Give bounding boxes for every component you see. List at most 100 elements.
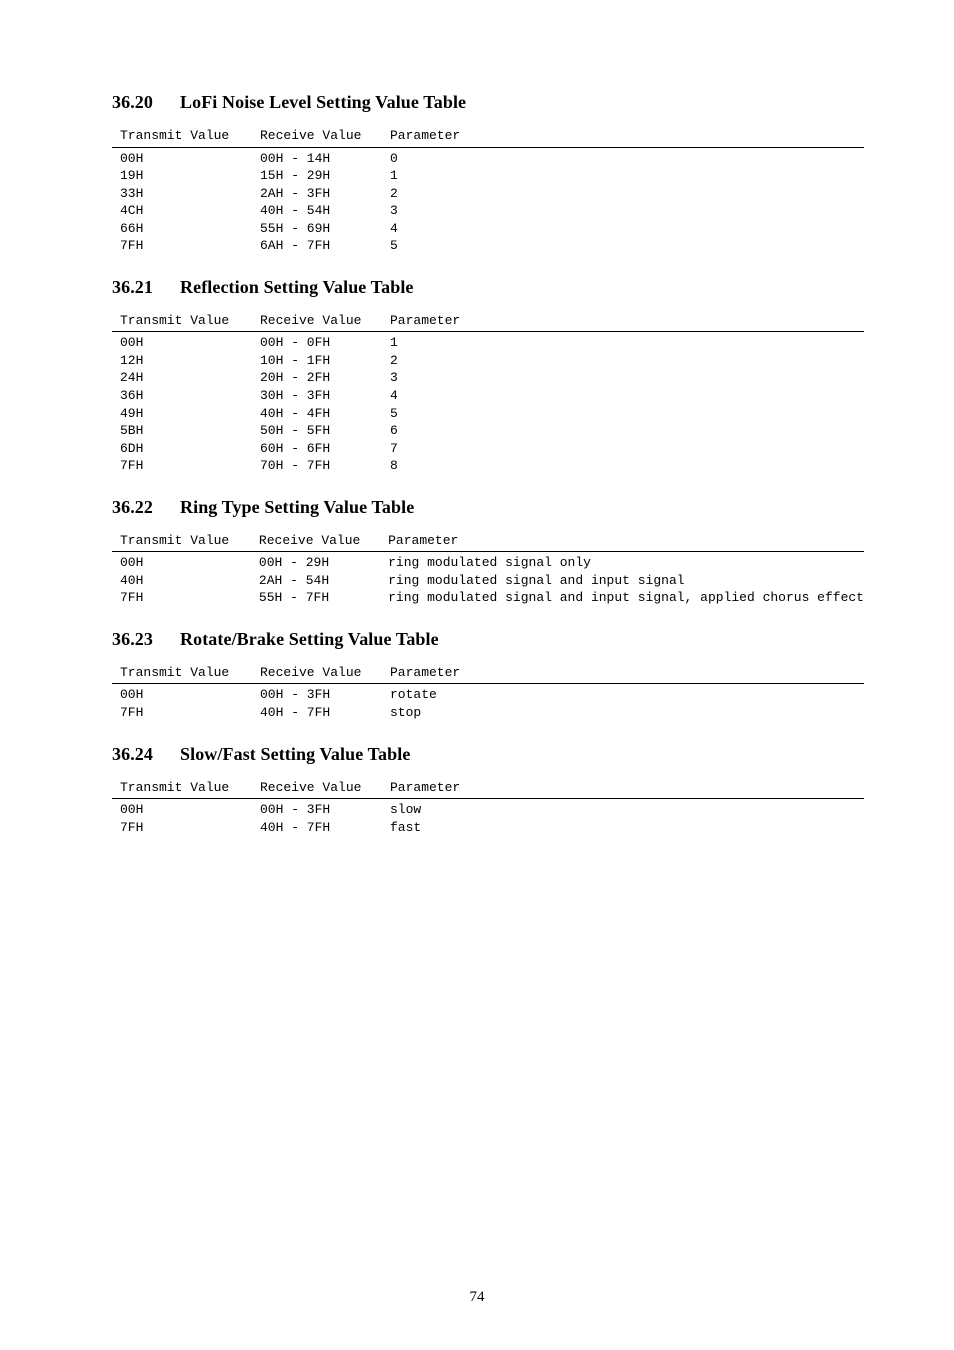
transmit-value: 7FH <box>112 457 260 475</box>
section-title: Ring Type Setting Value Table <box>180 497 414 517</box>
parameter-value: 6 <box>390 422 864 440</box>
receive-value: 40H - 4FH <box>260 405 390 423</box>
receive-value: 15H - 29H <box>260 167 390 185</box>
section-heading: 36.20LoFi Noise Level Setting Value Tabl… <box>112 92 864 113</box>
column-header: Receive Value <box>260 664 390 684</box>
receive-value: 40H - 7FH <box>260 819 390 837</box>
section-heading: 36.22Ring Type Setting Value Table <box>112 497 864 518</box>
receive-value: 55H - 7FH <box>259 589 388 607</box>
parameter-value: ring modulated signal only <box>388 552 864 572</box>
column-header: Receive Value <box>260 127 390 147</box>
value-table: Transmit ValueReceive ValueParameter00H0… <box>112 312 864 475</box>
transmit-value: 40H <box>112 572 259 590</box>
parameter-value: stop <box>390 704 864 722</box>
receive-value: 6AH - 7FH <box>260 237 390 255</box>
transmit-value: 66H <box>112 220 260 238</box>
column-header: Transmit Value <box>112 664 260 684</box>
transmit-value: 36H <box>112 387 260 405</box>
table-row: 00H00H - 0FH1 <box>112 332 864 352</box>
section-heading: 36.21Reflection Setting Value Table <box>112 277 864 298</box>
column-header: Transmit Value <box>112 532 259 552</box>
receive-value: 40H - 54H <box>260 202 390 220</box>
receive-value: 00H - 14H <box>260 147 390 167</box>
table-row: 7FH55H - 7FHring modulated signal and in… <box>112 589 864 607</box>
parameter-value: 1 <box>390 332 864 352</box>
transmit-value: 7FH <box>112 704 260 722</box>
transmit-value: 7FH <box>112 589 259 607</box>
parameter-value: 4 <box>390 387 864 405</box>
table-row: 4CH40H - 54H3 <box>112 202 864 220</box>
table-row: 36H30H - 3FH4 <box>112 387 864 405</box>
transmit-value: 00H <box>112 332 260 352</box>
receive-value: 50H - 5FH <box>260 422 390 440</box>
section-number: 36.21 <box>112 277 180 298</box>
column-header: Transmit Value <box>112 127 260 147</box>
section-number: 36.22 <box>112 497 180 518</box>
parameter-value: fast <box>390 819 864 837</box>
table-row: 6DH60H - 6FH7 <box>112 440 864 458</box>
parameter-value: 2 <box>390 185 864 203</box>
receive-value: 00H - 29H <box>259 552 388 572</box>
receive-value: 60H - 6FH <box>260 440 390 458</box>
section-title: Reflection Setting Value Table <box>180 277 414 297</box>
table-row: 00H00H - 3FHslow <box>112 799 864 819</box>
receive-value: 55H - 69H <box>260 220 390 238</box>
parameter-value: 4 <box>390 220 864 238</box>
column-header: Receive Value <box>259 532 388 552</box>
table-row: 19H15H - 29H1 <box>112 167 864 185</box>
table-row: 49H40H - 4FH5 <box>112 405 864 423</box>
table-row: 40H2AH - 54Hring modulated signal and in… <box>112 572 864 590</box>
transmit-value: 49H <box>112 405 260 423</box>
transmit-value: 33H <box>112 185 260 203</box>
column-header: Receive Value <box>260 312 390 332</box>
parameter-value: 0 <box>390 147 864 167</box>
parameter-value: ring modulated signal and input signal, … <box>388 589 864 607</box>
receive-value: 40H - 7FH <box>260 704 390 722</box>
transmit-value: 12H <box>112 352 260 370</box>
table-row: 7FH70H - 7FH8 <box>112 457 864 475</box>
receive-value: 10H - 1FH <box>260 352 390 370</box>
page-number: 74 <box>0 1289 954 1306</box>
parameter-value: slow <box>390 799 864 819</box>
section-number: 36.24 <box>112 744 180 765</box>
receive-value: 20H - 2FH <box>260 369 390 387</box>
transmit-value: 24H <box>112 369 260 387</box>
table-row: 33H2AH - 3FH2 <box>112 185 864 203</box>
transmit-value: 5BH <box>112 422 260 440</box>
parameter-value: rotate <box>390 684 864 704</box>
table-row: 24H20H - 2FH3 <box>112 369 864 387</box>
parameter-value: 1 <box>390 167 864 185</box>
table-row: 7FH40H - 7FHfast <box>112 819 864 837</box>
page: 36.20LoFi Noise Level Setting Value Tabl… <box>0 0 954 1350</box>
transmit-value: 4CH <box>112 202 260 220</box>
column-header: Transmit Value <box>112 779 260 799</box>
transmit-value: 00H <box>112 799 260 819</box>
column-header: Parameter <box>390 664 864 684</box>
sections-container: 36.20LoFi Noise Level Setting Value Tabl… <box>112 92 864 836</box>
transmit-value: 7FH <box>112 237 260 255</box>
transmit-value: 7FH <box>112 819 260 837</box>
receive-value: 2AH - 3FH <box>260 185 390 203</box>
parameter-value: 7 <box>390 440 864 458</box>
transmit-value: 6DH <box>112 440 260 458</box>
parameter-value: 3 <box>390 369 864 387</box>
table-row: 00H00H - 29Hring modulated signal only <box>112 552 864 572</box>
section-title: LoFi Noise Level Setting Value Table <box>180 92 466 112</box>
transmit-value: 00H <box>112 552 259 572</box>
parameter-value: 5 <box>390 237 864 255</box>
section-number: 36.23 <box>112 629 180 650</box>
parameter-value: 3 <box>390 202 864 220</box>
table-row: 5BH50H - 5FH6 <box>112 422 864 440</box>
section-title: Slow/Fast Setting Value Table <box>180 744 410 764</box>
receive-value: 00H - 3FH <box>260 799 390 819</box>
parameter-value: 5 <box>390 405 864 423</box>
receive-value: 00H - 3FH <box>260 684 390 704</box>
parameter-value: ring modulated signal and input signal <box>388 572 864 590</box>
receive-value: 30H - 3FH <box>260 387 390 405</box>
section-number: 36.20 <box>112 92 180 113</box>
transmit-value: 00H <box>112 684 260 704</box>
column-header: Transmit Value <box>112 312 260 332</box>
value-table: Transmit ValueReceive ValueParameter 00H0… <box>112 664 864 722</box>
table-row: 00H00H - 14H0 <box>112 147 864 167</box>
column-header: Parameter <box>390 779 864 799</box>
